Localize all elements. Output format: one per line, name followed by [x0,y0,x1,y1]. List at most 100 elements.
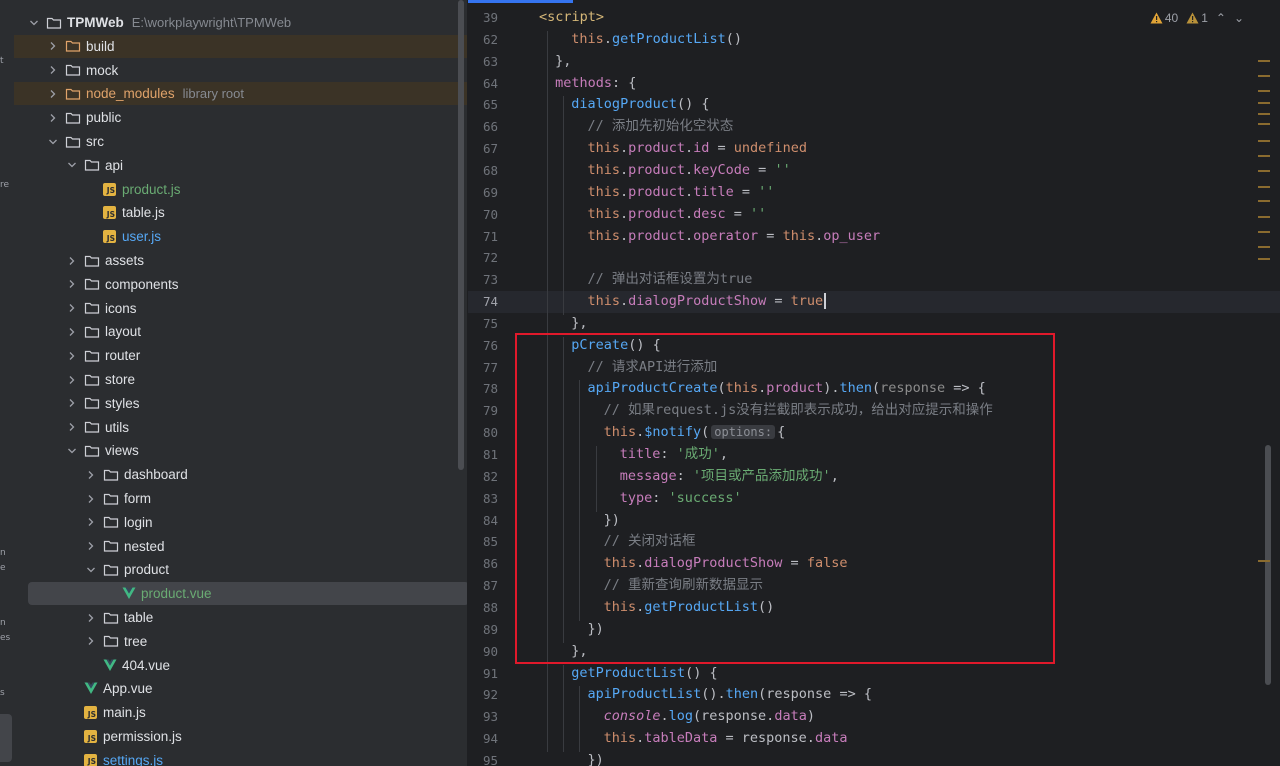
line-number[interactable]: 83 [468,488,498,510]
line-number[interactable]: 79 [468,400,498,422]
code-line[interactable]: 64 methods: { [468,73,1280,95]
tree-folder-nested[interactable]: nested [14,535,467,558]
line-number[interactable]: 68 [468,160,498,182]
code-line[interactable]: 74 this.dialogProductShow = true [468,291,1280,313]
editor-scrollbar[interactable] [1265,445,1271,685]
code-line[interactable]: 75}, [468,313,1280,335]
line-number[interactable]: 66 [468,116,498,138]
tree-folder-store[interactable]: store [14,368,467,391]
tree-folder-icons[interactable]: icons [14,297,467,320]
tree-folder-assets[interactable]: assets [14,249,467,272]
line-number[interactable]: 64 [468,73,498,95]
line-number[interactable]: 81 [468,444,498,466]
code-line[interactable]: 76 pCreate() { [468,335,1280,357]
line-number[interactable]: 82 [468,466,498,488]
strip-label[interactable]: es [0,633,10,643]
scroll-marker[interactable] [1258,170,1270,172]
tree-folder-src[interactable]: src [14,130,467,153]
strip-label[interactable]: s [0,688,5,698]
code-line[interactable]: 77 // 请求API进行添加 [468,357,1280,379]
tree-folder-utils[interactable]: utils [14,416,467,439]
line-number[interactable]: 63 [468,51,498,73]
code-line[interactable]: 94 this.tableData = response.data [468,728,1280,750]
scroll-marker[interactable] [1258,90,1270,92]
scroll-marker[interactable] [1258,75,1270,77]
tree-folder-tree[interactable]: tree [14,630,467,653]
tree-folder-build[interactable]: build [14,34,467,58]
strip-label[interactable]: e [0,563,6,573]
code-line[interactable]: 63}, [468,51,1280,73]
line-number[interactable]: 92 [468,684,498,706]
chevron-right-icon[interactable] [66,326,78,338]
chevron-right-icon[interactable] [85,612,97,624]
strip-label[interactable]: n [0,618,6,628]
code-line[interactable]: 69 this.product.title = '' [468,182,1280,204]
tree-file-product-js[interactable]: JS product.js [14,178,467,201]
chevron-right-icon[interactable] [66,350,78,362]
chevron-right-icon[interactable] [47,40,59,52]
scroll-marker[interactable] [1258,216,1270,218]
code-line[interactable]: 67 this.product.id = undefined [468,138,1280,160]
chevron-right-icon[interactable] [85,635,97,647]
line-number[interactable]: 95 [468,750,498,766]
tree-folder-router[interactable]: router [14,344,467,367]
line-number[interactable]: 93 [468,706,498,728]
previous-highlight-icon[interactable]: ⌃ [1216,11,1226,25]
tree-folder-layout[interactable]: layout [14,320,467,343]
line-number[interactable]: 65 [468,94,498,116]
code-line[interactable]: 87 // 重新查询刷新数据显示 [468,575,1280,597]
line-number[interactable]: 86 [468,553,498,575]
scroll-marker[interactable] [1258,186,1270,188]
code-line[interactable]: 91 getProductList() { [468,663,1280,685]
scroll-marker[interactable] [1258,123,1270,125]
tree-folder-styles[interactable]: styles [14,392,467,415]
code-line[interactable]: 80 this.$notify(options:{ [468,422,1280,444]
warning-count[interactable]: 40 [1150,11,1178,25]
line-number[interactable]: 75 [468,313,498,335]
tree-scrollbar[interactable] [458,0,464,470]
code-line[interactable]: 95}) [468,750,1280,766]
chevron-right-icon[interactable] [85,516,97,528]
code-line[interactable]: 82 message: '项目或产品添加成功', [468,466,1280,488]
scroll-marker[interactable] [1258,60,1270,62]
line-number[interactable]: 80 [468,422,498,444]
tree-folder-views[interactable]: views [14,439,467,462]
scroll-marker[interactable] [1258,140,1270,142]
scroll-marker[interactable] [1258,200,1270,202]
line-number[interactable]: 77 [468,357,498,379]
code-line[interactable]: 73 // 弹出对话框设置为true [468,269,1280,291]
chevron-right-icon[interactable] [66,397,78,409]
line-number[interactable]: 85 [468,531,498,553]
scroll-marker[interactable] [1258,246,1270,248]
code-editor[interactable]: 39 <script> 62 this.getProductList() 63}, 64 m… [468,0,1280,766]
line-number[interactable]: 90 [468,641,498,663]
line-number[interactable]: 94 [468,728,498,750]
chevron-down-icon[interactable] [85,564,97,576]
code-line[interactable]: 65 dialogProduct() { [468,94,1280,116]
line-number[interactable]: 71 [468,226,498,248]
code-line[interactable]: 68 this.product.keyCode = '' [468,160,1280,182]
chevron-right-icon[interactable] [85,469,97,481]
next-highlight-icon[interactable]: ⌄ [1234,11,1244,25]
line-number[interactable]: 78 [468,378,498,400]
chevron-right-icon[interactable] [47,64,59,76]
line-number[interactable]: 73 [468,269,498,291]
line-number[interactable]: 70 [468,204,498,226]
tree-folder-dashboard[interactable]: dashboard [14,463,467,486]
scroll-marker[interactable] [1258,102,1270,104]
tree-file-user-js[interactable]: JS user.js [14,225,467,248]
tree-folder-mock[interactable]: mock [14,59,467,82]
chevron-right-icon[interactable] [66,374,78,386]
code-line[interactable]: 84}) [468,510,1280,532]
line-number[interactable]: 69 [468,182,498,204]
inspection-widget[interactable]: 40 1 ⌃ ⌄ [1150,11,1244,25]
line-number[interactable]: 67 [468,138,498,160]
code-line[interactable]: 72 [468,247,1280,269]
code-line[interactable]: 89}) [468,619,1280,641]
chevron-down-icon[interactable] [66,159,78,171]
tree-folder-public[interactable]: public [14,106,467,129]
code-line[interactable]: 83 type: 'success' [468,488,1280,510]
chevron-down-icon[interactable] [66,445,78,457]
scroll-marker[interactable] [1258,113,1270,115]
strip-label[interactable]: t [0,56,4,66]
